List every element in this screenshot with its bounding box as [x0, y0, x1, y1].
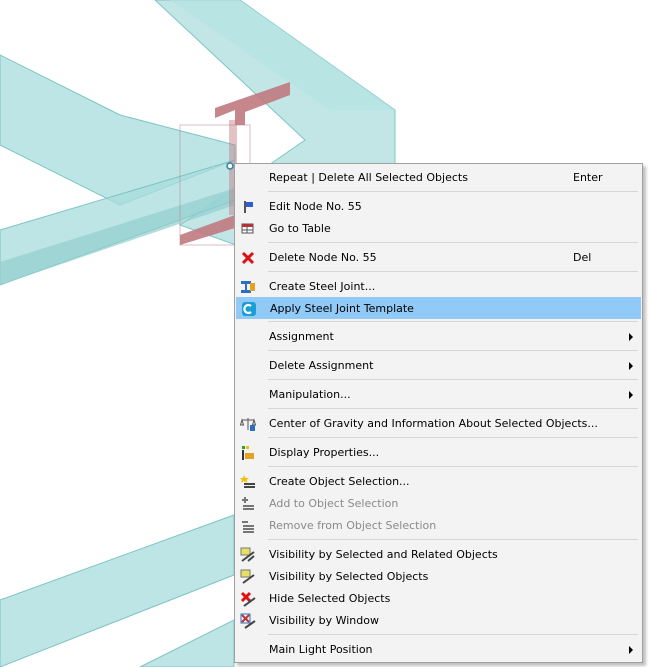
remove-selection-icon	[242, 521, 254, 533]
menu-separator	[268, 634, 638, 635]
menu-item-label: Edit Node No. 55	[269, 200, 362, 213]
delete-icon	[241, 251, 255, 265]
menu-item-label: Hide Selected Objects	[269, 592, 391, 605]
menu-item-label: Assignment	[269, 330, 334, 343]
hide-selected-icon	[240, 591, 256, 607]
menu-item-main-light-position[interactable]: Main Light Position	[236, 639, 641, 661]
context-menu: Repeat | Delete All Selected Objects Ent…	[234, 163, 643, 663]
menu-item-visibility-window[interactable]: Visibility by Window	[236, 610, 641, 632]
menu-item-label: Visibility by Selected Objects	[269, 570, 429, 583]
menu-item-delete-assignment[interactable]: Delete Assignment	[236, 355, 641, 377]
menu-separator	[268, 466, 638, 467]
menu-item-manipulation[interactable]: Manipulation...	[236, 384, 641, 406]
steel-joint-icon	[241, 281, 255, 293]
menu-item-label: Go to Table	[269, 222, 331, 235]
menu-item-label: Visibility by Selected and Related Objec…	[269, 548, 498, 561]
menu-item-apply-steel-joint-template[interactable]: Apply Steel Joint Template	[236, 297, 641, 319]
template-icon	[242, 302, 256, 316]
submenu-arrow-icon	[629, 362, 633, 370]
menu-separator	[268, 350, 638, 351]
menu-separator	[268, 191, 638, 192]
menu-separator	[268, 271, 638, 272]
menu-separator	[268, 379, 638, 380]
menu-item-delete-node[interactable]: Delete Node No. 55 Del	[236, 247, 641, 269]
menu-separator	[268, 408, 638, 409]
menu-item-remove-from-object-selection[interactable]: Remove from Object Selection	[236, 515, 641, 537]
menu-item-label: Add to Object Selection	[269, 497, 399, 510]
menu-item-hide-selected[interactable]: Hide Selected Objects	[236, 588, 641, 610]
menu-item-create-object-selection[interactable]: Create Object Selection...	[236, 471, 641, 493]
menu-item-center-of-gravity[interactable]: Center of Gravity and Information About …	[236, 413, 641, 435]
beam-bottom-b	[139, 619, 235, 667]
menu-item-shortcut: Enter	[573, 171, 603, 184]
display-properties-icon	[242, 446, 254, 460]
add-selection-icon	[242, 497, 254, 510]
menu-item-label: Display Properties...	[269, 446, 380, 459]
menu-item-label: Center of Gravity and Information About …	[269, 417, 598, 430]
menu-item-shortcut: Del	[573, 251, 592, 264]
menu-item-label: Delete Assignment	[269, 359, 374, 372]
menu-item-create-steel-joint[interactable]: Create Steel Joint...	[236, 276, 641, 298]
menu-item-label: Apply Steel Joint Template	[270, 302, 414, 315]
edit-node-icon	[244, 201, 253, 213]
menu-item-edit-node[interactable]: Edit Node No. 55	[236, 196, 641, 218]
menu-separator	[268, 321, 638, 322]
menu-separator	[268, 437, 638, 438]
submenu-arrow-icon	[629, 391, 633, 399]
visibility-window-icon	[240, 613, 256, 629]
menu-separator	[268, 539, 638, 540]
submenu-arrow-icon	[629, 646, 633, 654]
node-marker[interactable]	[226, 162, 234, 170]
menu-item-label: Delete Node No. 55	[269, 251, 377, 264]
menu-item-label: Manipulation...	[269, 388, 351, 401]
menu-item-label: Main Light Position	[269, 643, 373, 656]
menu-item-go-to-table[interactable]: Go to Table	[236, 218, 641, 240]
table-icon	[241, 223, 254, 234]
menu-item-label: Create Steel Joint...	[269, 280, 376, 293]
menu-item-assignment[interactable]: Assignment	[236, 326, 641, 348]
menu-item-label: Create Object Selection...	[269, 475, 410, 488]
center-of-gravity-icon	[240, 418, 256, 431]
menu-item-label: Remove from Object Selection	[269, 519, 437, 532]
menu-item-visibility-selected-related[interactable]: Visibility by Selected and Related Objec…	[236, 544, 641, 566]
menu-item-add-to-object-selection[interactable]: Add to Object Selection	[236, 493, 641, 515]
menu-item-repeat-delete[interactable]: Repeat | Delete All Selected Objects Ent…	[236, 167, 641, 189]
menu-separator	[268, 242, 638, 243]
visibility-related-icon	[240, 547, 255, 562]
menu-item-display-properties[interactable]: Display Properties...	[236, 442, 641, 464]
visibility-selected-icon	[240, 569, 255, 584]
menu-item-label: Visibility by Window	[269, 614, 379, 627]
menu-item-label: Repeat | Delete All Selected Objects	[269, 171, 468, 184]
create-selection-icon	[240, 475, 255, 488]
menu-item-visibility-selected[interactable]: Visibility by Selected Objects	[236, 566, 641, 588]
submenu-arrow-icon	[629, 333, 633, 341]
